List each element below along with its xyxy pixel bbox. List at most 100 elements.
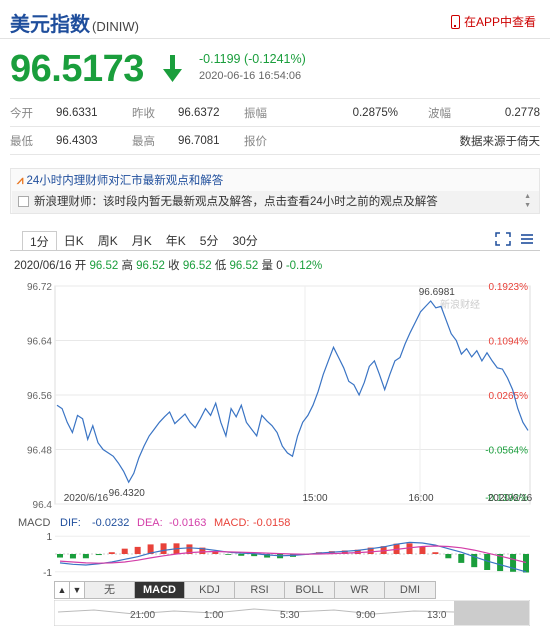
tab-yearly[interactable]: 年K: [159, 231, 193, 251]
stat-label-range: 波幅: [428, 107, 451, 120]
watermark: 新浪财经: [440, 298, 480, 311]
macd-bar: [108, 552, 115, 554]
settings-icon[interactable]: [520, 232, 534, 246]
tab-monthly[interactable]: 月K: [125, 231, 159, 251]
macd-bar: [160, 543, 167, 554]
stat-value-range: 0.2778: [504, 106, 540, 119]
macd-legend-name: DEA:: [137, 517, 163, 529]
price-series-line: [56, 300, 529, 484]
tab-weekly[interactable]: 周K: [91, 231, 125, 251]
fullscreen-icon[interactable]: [495, 232, 511, 246]
indicator-rsi[interactable]: RSI: [235, 582, 285, 598]
scroll-right-icon[interactable]: ▼: [70, 582, 85, 598]
stats-row: 最低 96.4303 最高 96.7081 报价 数据来源于倚天: [10, 127, 540, 155]
intraday-price-chart[interactable]: 96.72 0.1923% 96.64 0.1094% 96.56 0.0265% 96.4…: [0, 270, 550, 520]
open-in-app-label: 在APP中查看: [463, 15, 536, 29]
macd-bar: [238, 554, 245, 556]
scroll-left-icon[interactable]: ▲: [55, 582, 70, 598]
x-tick-label: 2020/6/16: [64, 493, 109, 504]
y-tick-label: 96.64: [27, 337, 52, 348]
right-pct-label: 0.1094%: [489, 337, 529, 348]
navigator-window: [454, 601, 529, 625]
macd-bar: [82, 554, 89, 559]
right-pct-label: 0.0265%: [489, 391, 529, 402]
advisor-news-headline[interactable]: ⩘ 24小时内理财师对汇市最新观点和解答: [17, 172, 223, 188]
stat-label-low: 最低: [10, 135, 33, 148]
x-tick-label: 15:00: [302, 493, 327, 504]
news-headline-text: 24小时内理财师对汇市最新观点和解答: [26, 175, 224, 187]
navigator-time-label: 1:00: [204, 610, 224, 621]
y-tick-label: 96.48: [27, 446, 52, 457]
tab-daily[interactable]: 日K: [57, 231, 91, 251]
y-tick-label: 96.56: [27, 391, 52, 402]
macd-bar: [523, 554, 529, 573]
tab-5min[interactable]: 5分: [193, 231, 226, 251]
symbol-code: (DINIW): [92, 19, 139, 34]
macd-legend-value: -0.0158: [253, 517, 290, 529]
stat-value-low: 96.4303: [56, 134, 98, 147]
macd-bar: [134, 546, 141, 554]
stat-value-amplitude: 0.2875%: [352, 106, 398, 119]
macd-chart[interactable]: MACD DIF: -0.0232 DEA: -0.0163 MACD: -0.0158 1 -…: [0, 512, 550, 580]
current-price: 96.5173: [10, 48, 144, 90]
high-annotation: 96.6981: [419, 287, 456, 298]
indicator-macd[interactable]: MACD: [135, 582, 185, 598]
right-pct-label: 0.1923%: [489, 282, 529, 293]
macd-bar: [57, 554, 63, 558]
stats-row: 今开 96.6331 昨收 96.6372 振幅 0.2875% 波幅 0.27…: [10, 99, 540, 127]
stats-table: 今开 96.6331 昨收 96.6372 振幅 0.2875% 波幅 0.27…: [10, 98, 540, 155]
y-tick-label: 96.4: [33, 500, 53, 511]
indicator-wr[interactable]: WR: [335, 582, 385, 598]
macd-y-tick: 1: [46, 532, 52, 543]
macd-legend-name: MACD:: [214, 517, 249, 529]
macd-bar: [225, 554, 232, 555]
indicator-dmi[interactable]: DMI: [385, 582, 435, 598]
macd-legend-value: -0.0163: [169, 517, 206, 529]
divider: [10, 250, 540, 251]
navigator-time-label: 5:30: [280, 610, 300, 621]
macd-bar: [212, 551, 219, 554]
trend-icon: ⩘: [17, 175, 24, 187]
period-tabs: 1分 日K 周K 月K 年K 5分 30分: [22, 231, 265, 251]
advisor-message[interactable]: 新浪理财师：该时段内暂无最新观点及解答，点击查看24小时之前的观点及解答 ▲ ▼: [12, 191, 539, 213]
macd-bar: [121, 548, 128, 554]
indicator-tabs: ▲ ▼ 无 MACD KDJ RSI BOLL WR DMI: [54, 581, 436, 599]
advisor-message-text: 新浪理财师：该时段内暂无最新观点及解答，点击查看24小时之前的观点及解答: [34, 196, 438, 208]
right-pct-label: -0.0564%: [485, 446, 528, 457]
data-source: 数据来源于倚天: [459, 135, 541, 148]
stat-label-quote: 报价: [244, 135, 267, 148]
navigator-time-label: 13:0: [427, 610, 447, 621]
y-tick-label: 96.72: [27, 282, 52, 293]
indicator-kdj[interactable]: KDJ: [185, 582, 235, 598]
macd-y-tick: -1: [43, 568, 52, 579]
divider: [0, 38, 550, 39]
indicator-boll[interactable]: BOLL: [285, 582, 335, 598]
stat-label-prev-close: 昨收: [132, 107, 155, 120]
macd-title: MACD: [18, 517, 50, 529]
scroll-arrows-icon[interactable]: ▲ ▼: [524, 192, 531, 210]
time-navigator[interactable]: 21:00 1:00 5:30 9:00 13:0: [54, 600, 530, 626]
macd-bar: [69, 554, 76, 559]
macd-bar: [432, 552, 439, 554]
indicator-none[interactable]: 无: [85, 582, 135, 598]
macd-legend-value: -0.0232: [92, 517, 129, 529]
stat-value-open: 96.6331: [56, 106, 98, 119]
macd-bar: [406, 543, 413, 554]
open-in-app-link[interactable]: 在APP中查看: [450, 13, 536, 30]
stat-label-amplitude: 振幅: [244, 107, 267, 120]
macd-legend-name: DIF:: [60, 517, 81, 529]
page-title: 美元指数 (DINIW): [10, 14, 139, 36]
navigator-time-label: 21:00: [130, 610, 155, 621]
tab-30min[interactable]: 30分: [225, 231, 264, 251]
macd-bar: [95, 554, 102, 556]
tab-1min[interactable]: 1分: [22, 231, 57, 251]
phone-icon: [450, 14, 460, 29]
macd-bar: [419, 546, 426, 554]
stat-value-prev-close: 96.6372: [178, 106, 220, 119]
advisor-news-box: ⩘ 24小时内理财师对汇市最新观点和解答 新浪理财师：该时段内暂无最新观点及解答，…: [10, 168, 540, 214]
timestamp: 2020-06-16 16:54:06: [199, 70, 302, 82]
stat-label-open: 今开: [10, 107, 33, 120]
navigator-time-label: 9:00: [356, 610, 376, 621]
stat-value-high: 96.7081: [178, 134, 220, 147]
avatar: [18, 196, 29, 207]
